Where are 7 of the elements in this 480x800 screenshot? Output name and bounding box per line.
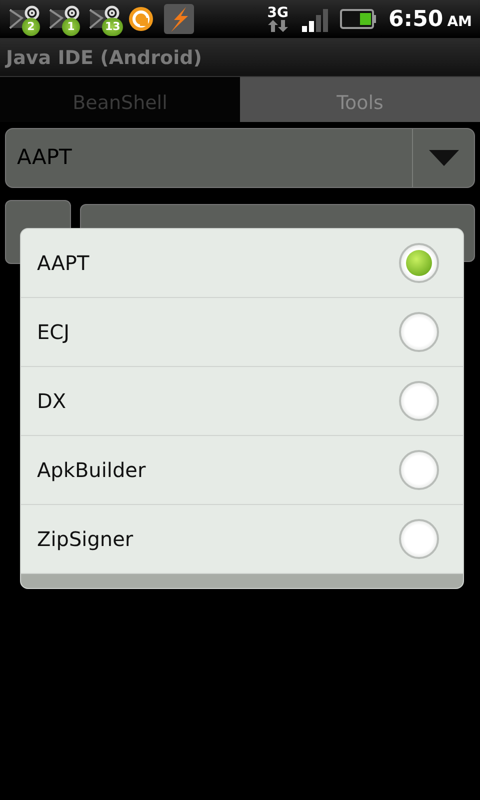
network-type: 3G: [267, 6, 288, 20]
count-badge: 1: [62, 18, 80, 36]
window-title: Java IDE (Android): [0, 38, 480, 76]
clock-time: 6:50: [388, 6, 444, 34]
count-badge: 2: [22, 18, 40, 36]
clock-period: AM: [447, 12, 472, 32]
count-badge: 13: [102, 18, 124, 36]
